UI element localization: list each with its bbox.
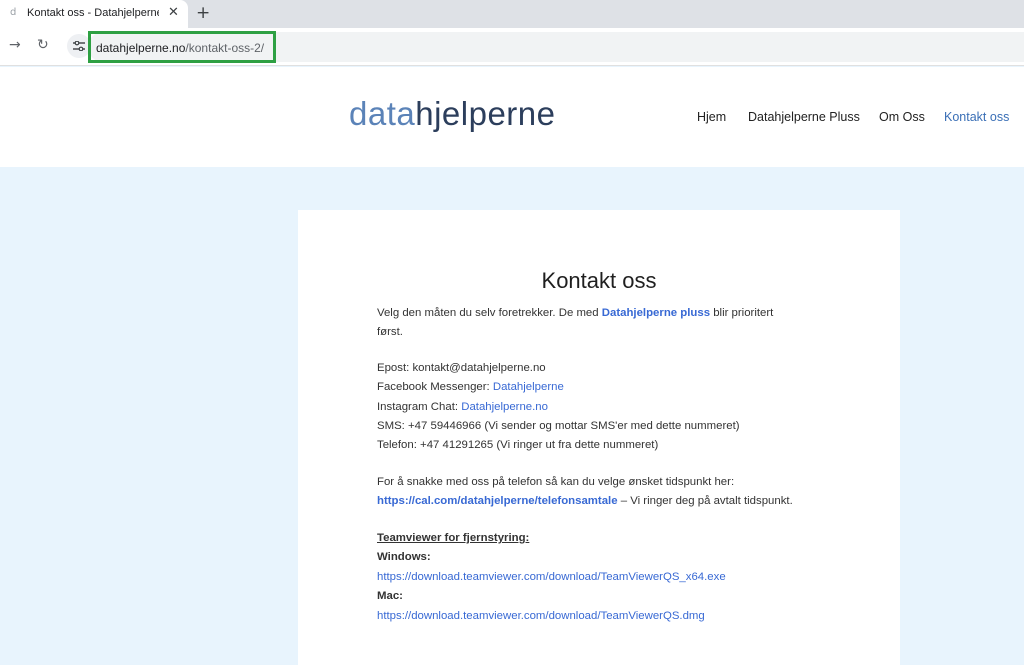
browser-tab[interactable]: d Kontakt oss - Datahjelperne.no ✕ (0, 0, 188, 28)
mac-download-link[interactable]: https://download.teamviewer.com/download… (377, 610, 705, 622)
cal-line: https://cal.com/datahjelperne/telefonsam… (377, 495, 793, 507)
intro-line-2: først. (377, 326, 403, 338)
plus-icon[interactable]: + (196, 3, 210, 23)
instagram-label: Instagram Chat: (377, 401, 459, 413)
forward-arrow-icon[interactable]: → (9, 37, 21, 53)
phone-intro-line: For å snakke med oss på telefon så kan d… (377, 476, 735, 488)
teamviewer-heading: Teamviewer for fjernstyring: (377, 532, 530, 544)
logo-light-part: data (349, 95, 416, 132)
instagram-line: Instagram Chat: Datahjelperne.no (377, 401, 548, 413)
facebook-line: Facebook Messenger: Datahjelperne (377, 381, 564, 393)
cal-link[interactable]: https://cal.com/datahjelperne/telefonsam… (377, 495, 618, 507)
site-favicon-icon: d (10, 7, 17, 18)
epost-line: Epost: kontakt@datahjelperne.no (377, 362, 546, 374)
windows-link-line: https://download.teamviewer.com/download… (377, 571, 726, 583)
pluss-link[interactable]: Datahjelperne pluss (602, 307, 710, 319)
instagram-link[interactable]: Datahjelperne.no (461, 401, 548, 413)
windows-download-link[interactable]: https://download.teamviewer.com/download… (377, 571, 726, 583)
browser-tabstrip: d Kontakt oss - Datahjelperne.no ✕ + (0, 0, 1024, 28)
nav-datahjelperne-pluss[interactable]: Datahjelperne Pluss (748, 110, 860, 124)
site-logo[interactable]: datahjelperne (349, 95, 556, 133)
sms-line: SMS: +47 59446966 (Vi sender og mottar S… (377, 420, 740, 432)
intro-text: Velg den måten du selv foretrekker. De m… (377, 307, 599, 319)
facebook-label: Facebook Messenger: (377, 381, 490, 393)
cal-suffix: – Vi ringer deg på avtalt tidspunkt. (620, 495, 793, 507)
page-title: Kontakt oss (541, 268, 657, 293)
browser-toolbar: → ↻ datahjelperne.no/kontakt-oss-2/ (0, 28, 1024, 66)
mac-label: Mac: (377, 590, 403, 602)
logo-bold-part: hjelperne (415, 95, 556, 132)
nav-kontakt-oss[interactable]: Kontakt oss (944, 110, 1009, 124)
windows-label: Windows: (377, 551, 431, 563)
intro-text-end: blir prioritert (713, 307, 774, 319)
nav-hjem[interactable]: Hjem (697, 110, 726, 124)
intro-line-1: Velg den måten du selv foretrekker. De m… (377, 307, 773, 319)
close-icon[interactable]: ✕ (168, 5, 179, 20)
nav-om-oss[interactable]: Om Oss (879, 110, 925, 124)
tab-title: Kontakt oss - Datahjelperne.no (27, 7, 159, 19)
mac-link-line: https://download.teamviewer.com/download… (377, 610, 705, 622)
url-highlight-box (88, 31, 276, 63)
site-header: datahjelperne Hjem Datahjelperne Pluss O… (0, 67, 1024, 167)
reload-icon[interactable]: ↻ (37, 37, 49, 53)
facebook-link[interactable]: Datahjelperne (493, 381, 564, 393)
telefon-line: Telefon: +47 41291265 (Vi ringer ut fra … (377, 439, 659, 451)
content-card: Kontakt oss Velg den måten du selv foret… (298, 210, 900, 665)
